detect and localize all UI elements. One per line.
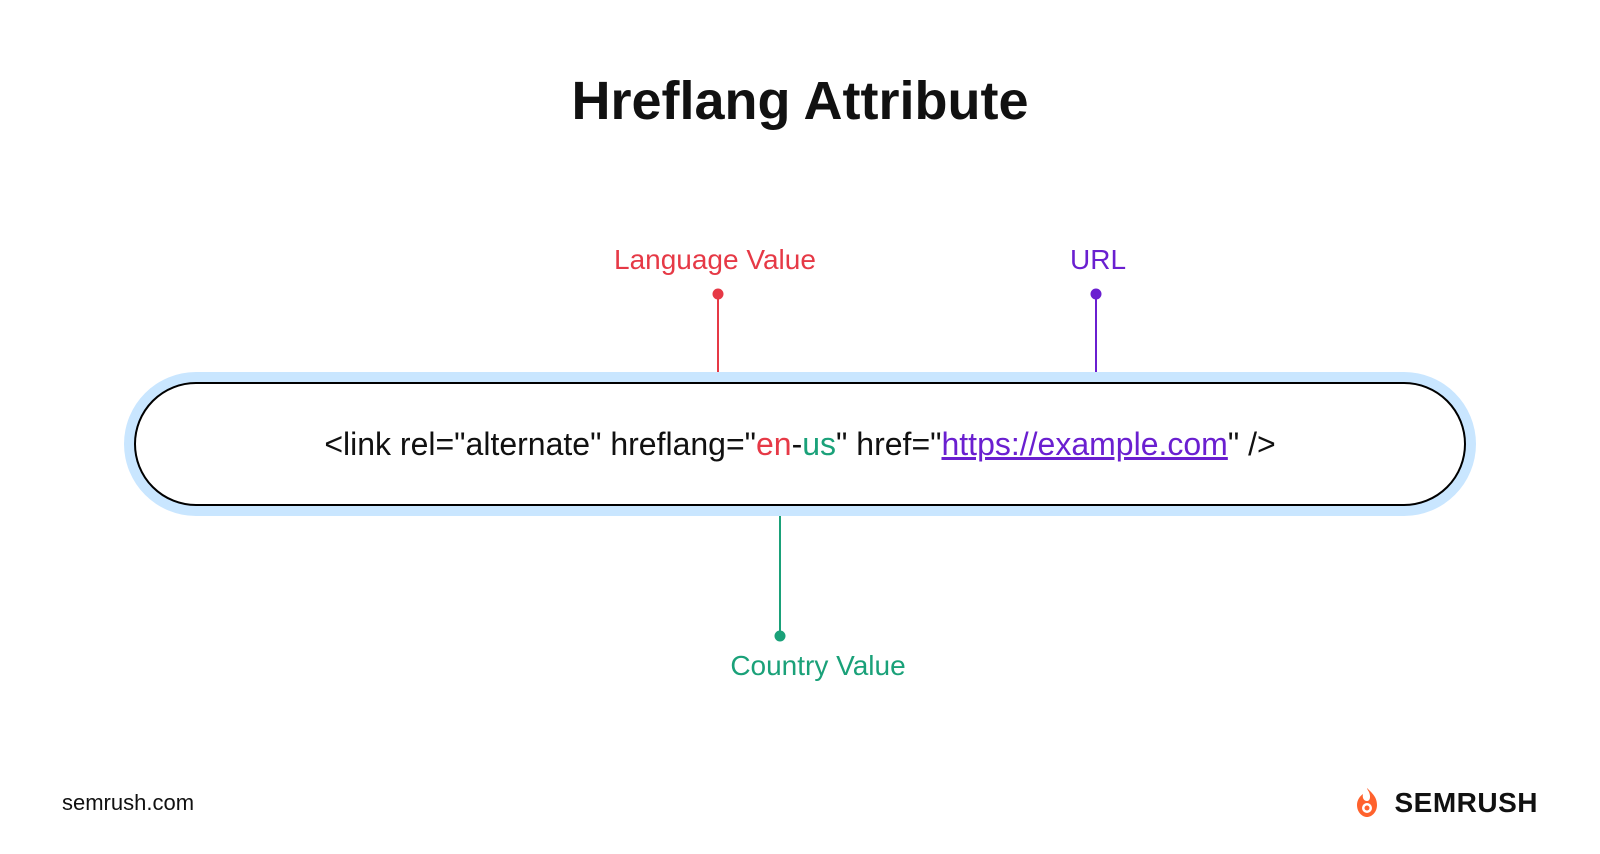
page-title: Hreflang Attribute bbox=[0, 70, 1600, 132]
code-separator: - bbox=[792, 426, 803, 462]
brand-logo: SEMRUSH bbox=[1350, 786, 1538, 820]
brand-name: SEMRUSH bbox=[1394, 787, 1538, 819]
code-url-token: https://example.com bbox=[941, 426, 1227, 462]
code-mid: " href=" bbox=[836, 426, 941, 462]
annotation-language-value: Language Value bbox=[614, 244, 816, 276]
code-country-token: us bbox=[802, 426, 836, 462]
annotation-country-value: Country Value bbox=[718, 650, 918, 682]
code-language-token: en bbox=[756, 426, 792, 462]
footer: semrush.com SEMRUSH bbox=[62, 786, 1538, 820]
code-line: <link rel="alternate" hreflang="en-us" h… bbox=[324, 426, 1275, 463]
fire-icon bbox=[1350, 786, 1384, 820]
footer-site-url: semrush.com bbox=[62, 790, 194, 816]
code-prefix: <link rel="alternate" hreflang=" bbox=[324, 426, 756, 462]
code-example-container: <link rel="alternate" hreflang="en-us" h… bbox=[134, 382, 1466, 506]
code-suffix: " /> bbox=[1228, 426, 1276, 462]
annotation-url: URL bbox=[1070, 244, 1126, 276]
code-pill: <link rel="alternate" hreflang="en-us" h… bbox=[134, 382, 1466, 506]
